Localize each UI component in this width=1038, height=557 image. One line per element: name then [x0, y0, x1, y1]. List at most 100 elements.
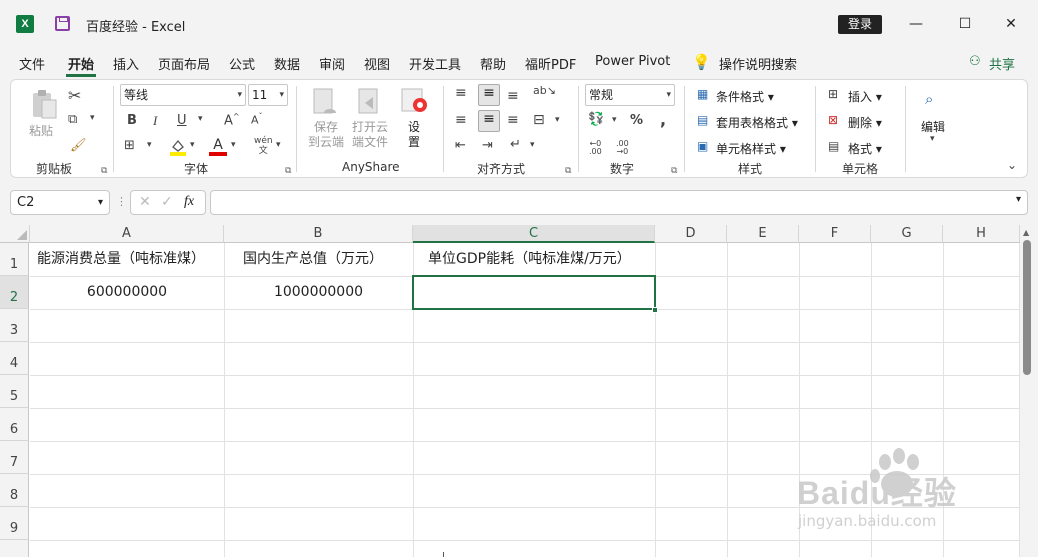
cancel-formula-icon[interactable]: ✕	[139, 194, 151, 210]
expand-formula-icon[interactable]: ▾	[1016, 194, 1021, 205]
border-icon[interactable]: ⊞	[124, 138, 135, 153]
column-header-h[interactable]: H	[943, 225, 1020, 243]
row-header-2[interactable]: 2	[0, 276, 29, 309]
decrease-decimal-icon[interactable]: .00 →0	[616, 140, 629, 156]
border-dropdown-icon[interactable]: ▾	[147, 140, 152, 150]
scroll-up-icon[interactable]: ▲	[1023, 228, 1029, 237]
number-launcher-icon[interactable]: ⧉	[671, 166, 677, 176]
font-color-icon[interactable]: A	[209, 137, 227, 157]
font-name-select[interactable]: 等线 ▾	[120, 84, 246, 106]
clipboard-launcher-icon[interactable]: ⧉	[101, 166, 107, 176]
column-header-e[interactable]: E	[727, 225, 799, 243]
align-right-icon[interactable]: ≡	[507, 112, 519, 128]
grow-font-button[interactable]: A^	[224, 112, 240, 128]
tab-review[interactable]: 审阅	[319, 54, 345, 73]
format-as-table-icon[interactable]: ▤	[697, 113, 708, 127]
row-header-4[interactable]: 4	[0, 342, 29, 375]
align-left-icon[interactable]: ≡	[455, 112, 467, 128]
name-box[interactable]: C2 ▾	[10, 190, 110, 215]
tab-power-pivot[interactable]: Power Pivot	[595, 54, 670, 69]
column-header-f[interactable]: F	[799, 225, 871, 243]
cloud-open-icon[interactable]	[355, 87, 385, 117]
row-header-6[interactable]: 6	[0, 408, 29, 441]
maximize-icon[interactable]: ☐	[953, 12, 977, 36]
wrap-text-icon[interactable]: ↵	[510, 137, 521, 152]
tab-page-layout[interactable]: 页面布局	[158, 54, 210, 73]
insert-cells-button[interactable]: 插入 ▾	[848, 88, 882, 105]
column-header-d[interactable]: D	[655, 225, 727, 243]
tab-data[interactable]: 数据	[274, 54, 300, 73]
minimize-icon[interactable]: —	[904, 12, 928, 36]
cloud-save-icon[interactable]	[310, 87, 340, 117]
italic-button[interactable]: I	[153, 113, 157, 129]
cell-a2[interactable]: 600000000	[30, 276, 224, 309]
search-icon[interactable]: ⌕	[925, 90, 933, 108]
copy-icon[interactable]: ⧉	[68, 112, 77, 127]
cell-c1[interactable]: 单位GDP能耗（吨标准煤/万元）	[413, 243, 655, 276]
insert-cells-icon[interactable]: ⊞	[828, 87, 838, 101]
column-header-a[interactable]: A	[30, 225, 224, 243]
row-header-1[interactable]: 1	[0, 243, 29, 276]
wrap-dropdown-icon[interactable]: ▾	[530, 140, 535, 150]
login-button[interactable]: 登录	[838, 15, 882, 34]
paste-icon[interactable]	[30, 88, 58, 120]
merge-dropdown-icon[interactable]: ▾	[555, 115, 560, 125]
conditional-format-icon[interactable]: ▦	[697, 87, 708, 101]
font-size-select[interactable]: 11 ▾	[248, 84, 288, 106]
format-cells-icon[interactable]: ▤	[828, 139, 839, 153]
increase-decimal-icon[interactable]: ←0.00	[589, 140, 602, 156]
formula-input[interactable]: ▾	[210, 190, 1028, 215]
cell-a1[interactable]: 能源消费总量（吨标准煤）	[30, 243, 224, 276]
row-header-5[interactable]: 5	[0, 375, 29, 408]
save-icon[interactable]	[55, 16, 70, 31]
decrease-indent-icon[interactable]: ⇤	[455, 138, 466, 153]
column-header-c[interactable]: C	[413, 225, 655, 243]
editing-dropdown-icon[interactable]: ▾	[930, 134, 935, 144]
comma-button[interactable]: ,	[660, 110, 666, 129]
align-middle-icon[interactable]: ≡	[478, 84, 500, 106]
editing-button[interactable]: 编辑	[921, 118, 945, 135]
underline-dropdown-icon[interactable]: ▾	[198, 114, 203, 124]
conditional-format-button[interactable]: 条件格式 ▾	[716, 88, 774, 105]
format-cells-button[interactable]: 格式 ▾	[848, 140, 882, 157]
tab-help[interactable]: 帮助	[480, 54, 506, 73]
settings-gear-icon[interactable]	[400, 87, 430, 117]
font-launcher-icon[interactable]: ⧉	[285, 166, 291, 176]
alignment-launcher-icon[interactable]: ⧉	[565, 166, 571, 176]
cell-b2[interactable]: 1000000000	[224, 276, 413, 309]
delete-cells-button[interactable]: 删除 ▾	[848, 114, 882, 131]
column-header-g[interactable]: G	[871, 225, 943, 243]
number-format-select[interactable]: 常规 ▾	[585, 84, 675, 106]
row-header-8[interactable]: 8	[0, 474, 29, 507]
tab-insert[interactable]: 插入	[113, 54, 139, 73]
column-header-b[interactable]: B	[224, 225, 413, 243]
shrink-font-button[interactable]: Aˇ	[251, 112, 263, 127]
tab-formulas[interactable]: 公式	[229, 54, 255, 73]
tab-foxit-pdf[interactable]: 福昕PDF	[525, 54, 576, 73]
phonetic-dropdown-icon[interactable]: ▾	[276, 140, 281, 150]
insert-function-button[interactable]: fx	[184, 194, 194, 210]
cell-styles-button[interactable]: 单元格样式 ▾	[716, 140, 786, 157]
delete-cells-icon[interactable]: ⊠	[828, 113, 838, 127]
increase-indent-icon[interactable]: ⇥	[482, 138, 493, 153]
formula-options-icon[interactable]: ⋮	[116, 195, 127, 208]
align-center-icon[interactable]: ≡	[478, 110, 500, 132]
fill-color-dropdown-icon[interactable]: ▾	[190, 140, 195, 150]
currency-icon[interactable]: 💱	[588, 112, 604, 127]
currency-dropdown-icon[interactable]: ▾	[612, 115, 617, 125]
enter-formula-icon[interactable]: ✓	[161, 194, 173, 210]
fill-color-icon[interactable]	[170, 138, 186, 156]
cell-b1[interactable]: 国内生产总值（万元）	[224, 243, 413, 276]
copy-dropdown-icon[interactable]: ▾	[90, 113, 95, 123]
tell-me-search[interactable]: 操作说明搜索	[719, 54, 797, 73]
row-header-3[interactable]: 3	[0, 309, 29, 342]
orientation-icon[interactable]: ab↘	[533, 84, 556, 97]
cut-icon[interactable]: ✂	[68, 86, 81, 105]
font-color-dropdown-icon[interactable]: ▾	[231, 140, 236, 150]
row-header-9[interactable]: 9	[0, 507, 29, 540]
tab-home[interactable]: 开始	[68, 54, 94, 73]
format-as-table-button[interactable]: 套用表格格式 ▾	[716, 114, 798, 131]
merge-center-icon[interactable]: ⊟	[533, 112, 545, 128]
cell-styles-icon[interactable]: ▣	[697, 139, 708, 153]
share-button[interactable]: 共享	[989, 54, 1015, 73]
